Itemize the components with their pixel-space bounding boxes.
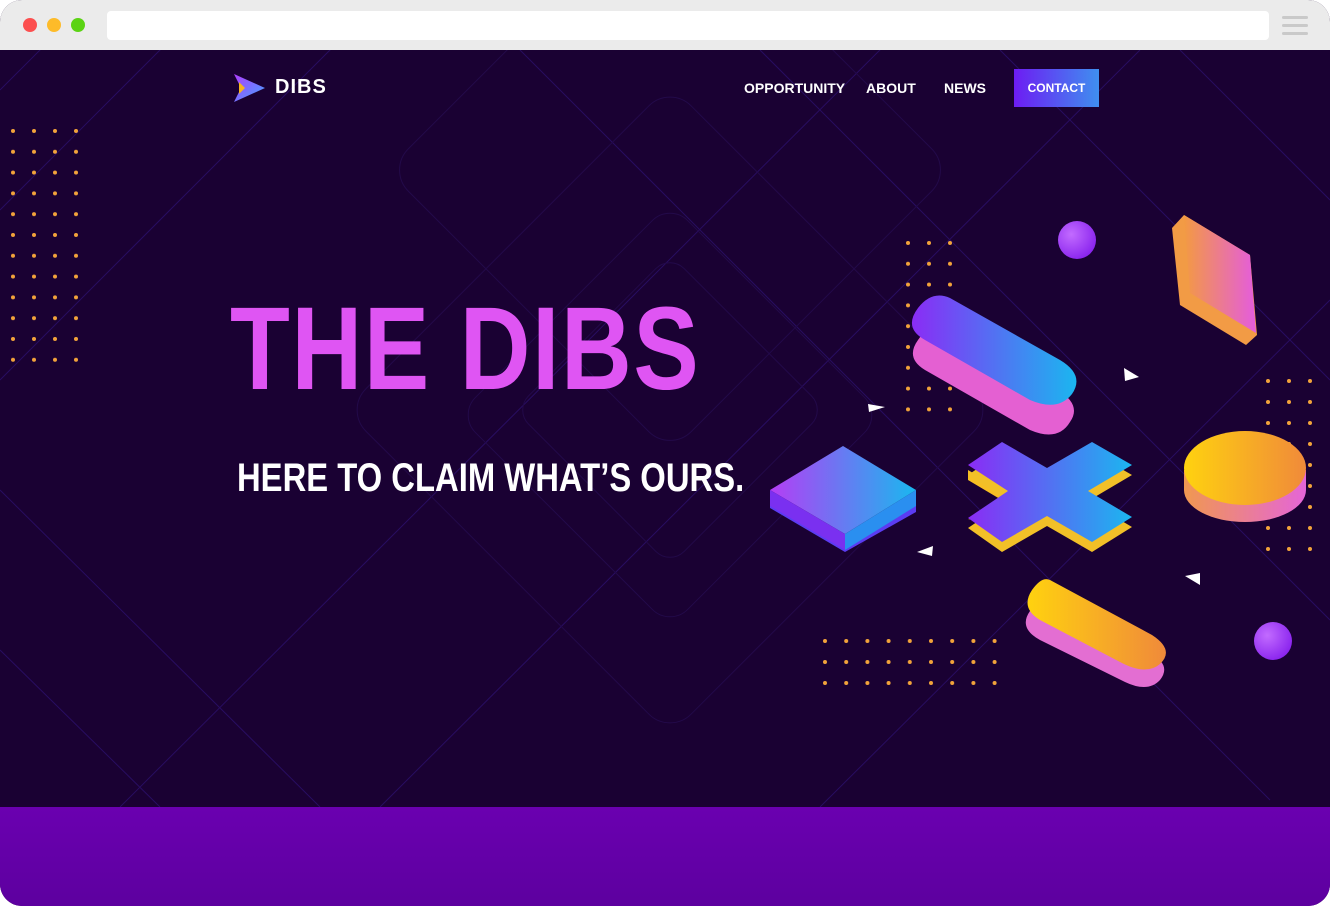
- dibs-play-logo-icon: [234, 74, 265, 102]
- maximize-window-button[interactable]: [71, 18, 85, 32]
- dot-grid-far-right: [1265, 378, 1325, 558]
- next-section-band: [0, 807, 1330, 906]
- dot-grid-bottom: [822, 638, 1002, 690]
- browser-window: DIBS OPPORTUNITY ABOUT NEWS CONTACT THE …: [0, 0, 1330, 906]
- hero-title: THE DIBS: [230, 283, 701, 415]
- hamburger-menu-icon[interactable]: [1282, 14, 1308, 36]
- minimize-window-button[interactable]: [47, 18, 61, 32]
- nav-link-opportunity[interactable]: OPPORTUNITY: [744, 80, 845, 96]
- browser-toolbar: [0, 0, 1330, 50]
- contact-button[interactable]: CONTACT: [1014, 69, 1099, 107]
- address-bar[interactable]: [107, 11, 1269, 40]
- dot-grid-top-right: [905, 240, 957, 420]
- hero-section: DIBS OPPORTUNITY ABOUT NEWS CONTACT THE …: [0, 50, 1330, 807]
- brand-name: DIBS: [275, 76, 327, 98]
- dot-grid-left: [10, 128, 82, 368]
- nav-link-news[interactable]: NEWS: [944, 80, 986, 96]
- hero-subtitle: HERE TO CLAIM WHAT’S OURS.: [237, 456, 745, 500]
- close-window-button[interactable]: [23, 18, 37, 32]
- background-line-pattern: [0, 50, 1330, 807]
- nav-link-about[interactable]: ABOUT: [866, 80, 916, 96]
